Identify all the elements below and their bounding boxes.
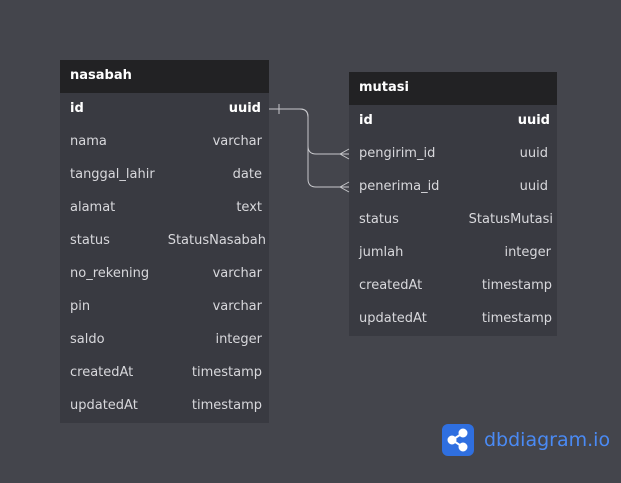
relationship-connectors xyxy=(269,104,350,193)
brand-name: dbdiagram.io xyxy=(484,429,611,451)
relationship-pengirim[interactable] xyxy=(269,108,349,155)
relationship-penerima[interactable] xyxy=(269,108,349,188)
brand-logo[interactable]: dbdiagram.io xyxy=(442,424,610,456)
share-icon xyxy=(442,424,474,456)
